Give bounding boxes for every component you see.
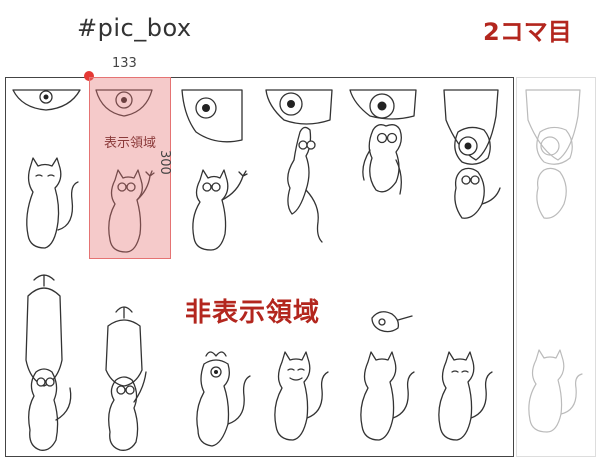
sprite-frame-9: [196, 351, 251, 447]
sprite-frame-6: [443, 89, 501, 219]
sprite-frame-12: [438, 351, 493, 441]
sprite-frame-3: [181, 89, 248, 251]
sprite-frame-4: [265, 89, 333, 243]
sprite-frame-11: [360, 311, 415, 441]
visible-area-label: 表示領域: [103, 136, 156, 151]
sprite-frame-1: [12, 89, 81, 249]
ghost-sprite: [525, 89, 583, 433]
hidden-area-label: 非表示領域: [185, 298, 321, 328]
visible-height-dimension: 300: [157, 150, 172, 175]
sprite-frame-10: [274, 351, 329, 441]
sprite-frame-5: [349, 89, 417, 195]
visible-width-dimension: 133: [112, 56, 137, 71]
sprite-frame-7: [25, 274, 72, 451]
sprite-frame-8: [105, 306, 147, 451]
